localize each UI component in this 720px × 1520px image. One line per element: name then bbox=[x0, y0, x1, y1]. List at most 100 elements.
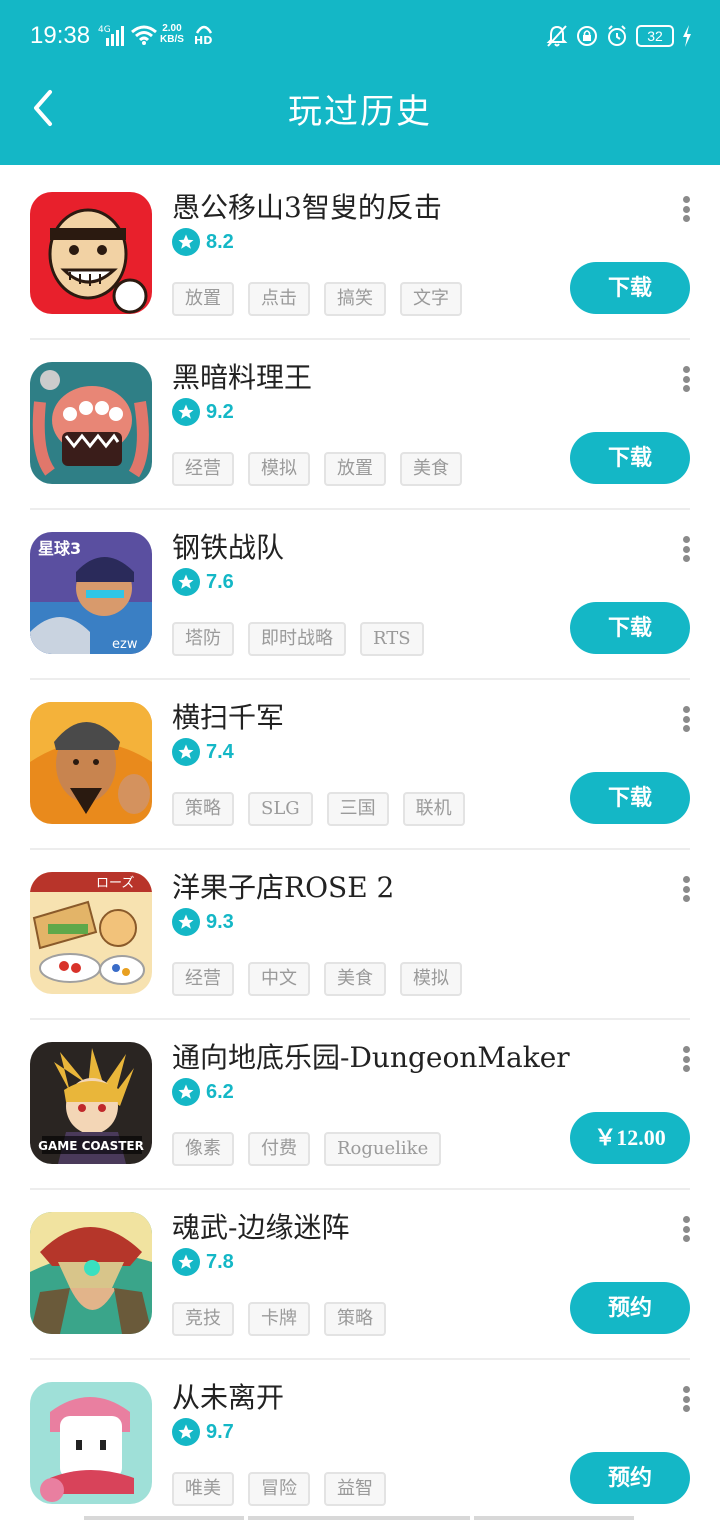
game-name[interactable]: 从未离开 bbox=[172, 1376, 284, 1416]
tag[interactable]: 益智 bbox=[324, 1472, 386, 1506]
game-list-item[interactable]: 黑暗料理王 9.2 经营 模拟 放置 美食 下载 bbox=[30, 340, 690, 510]
rating-score: 7.6 bbox=[206, 570, 234, 593]
speed-unit: KB/S bbox=[160, 34, 184, 45]
download-button[interactable]: 下载 bbox=[570, 602, 690, 654]
tag[interactable]: 联机 bbox=[402, 792, 465, 826]
tag[interactable]: 付费 bbox=[248, 1132, 310, 1166]
game-rating: 6.2 bbox=[172, 1078, 234, 1106]
tag-list: 塔防 即时战略 RTS bbox=[172, 622, 424, 656]
game-name[interactable]: 钢铁战队 bbox=[172, 526, 284, 566]
more-options-icon[interactable] bbox=[682, 1216, 690, 1242]
game-name[interactable]: 洋果子店ROSE 2 bbox=[172, 866, 394, 906]
tag-list: 竞技 卡牌 策略 bbox=[172, 1302, 386, 1336]
tag[interactable]: 经营 bbox=[172, 452, 234, 486]
game-rating: 7.4 bbox=[172, 738, 234, 766]
game-name[interactable]: 横扫千军 bbox=[172, 696, 284, 736]
tag[interactable]: 模拟 bbox=[248, 452, 310, 486]
tag[interactable]: 放置 bbox=[172, 282, 234, 316]
game-name[interactable]: 愚公移山3智叟的反击 bbox=[172, 186, 442, 226]
more-options-icon[interactable] bbox=[682, 536, 690, 562]
game-list-item[interactable]: 愚公移山3智叟的反击 8.2 放置 点击 搞笑 文字 下载 bbox=[30, 170, 690, 340]
more-options-icon[interactable] bbox=[682, 366, 690, 392]
tag[interactable]: 像素 bbox=[172, 1132, 234, 1166]
tag[interactable]: 美食 bbox=[400, 452, 462, 486]
status-bar: 19:38 4G 2.00 KB/S HD 32 bbox=[0, 0, 720, 72]
game-icon-never-leave[interactable] bbox=[30, 1382, 152, 1504]
tag[interactable]: 美食 bbox=[324, 962, 386, 996]
game-name[interactable]: 黑暗料理王 bbox=[172, 356, 312, 396]
tag[interactable]: RTS bbox=[360, 622, 424, 656]
lock-icon bbox=[577, 26, 597, 46]
game-list-item[interactable]: 横扫千军 7.4 策略 SLG 三国 联机 下载 bbox=[30, 680, 690, 850]
tag[interactable]: 模拟 bbox=[400, 962, 462, 996]
star-icon bbox=[172, 568, 200, 596]
tag-list: 经营 中文 美食 模拟 bbox=[172, 962, 462, 996]
hd-icon: HD bbox=[194, 24, 218, 48]
game-rating: 8.2 bbox=[172, 228, 234, 256]
status-right-icons: 32 bbox=[546, 22, 692, 50]
buy-button[interactable]: ￥12.00 bbox=[570, 1112, 690, 1164]
more-options-icon[interactable] bbox=[682, 876, 690, 902]
download-button[interactable]: 下载 bbox=[570, 262, 690, 314]
tag[interactable]: 策略 bbox=[324, 1302, 386, 1336]
tag[interactable]: 点击 bbox=[248, 282, 310, 316]
game-icon-yugong[interactable] bbox=[30, 192, 152, 314]
game-rating: 9.3 bbox=[172, 908, 234, 936]
tag[interactable]: 放置 bbox=[324, 452, 386, 486]
game-list-item[interactable]: GAME COASTER 通向地底乐园-DungeonMaker 6.2 像素 … bbox=[30, 1020, 690, 1190]
download-button[interactable]: 下载 bbox=[570, 432, 690, 484]
reserve-button[interactable]: 预约 bbox=[570, 1452, 690, 1504]
tag[interactable]: 策略 bbox=[172, 792, 234, 826]
tag[interactable]: 中文 bbox=[248, 962, 310, 996]
game-icon-steel-squad[interactable]: 星球3 ezw bbox=[30, 532, 152, 654]
game-icon-dungeon-maker[interactable]: GAME COASTER bbox=[30, 1042, 152, 1164]
tag[interactable]: SLG bbox=[248, 792, 313, 826]
star-icon bbox=[172, 228, 200, 256]
game-icon-hengsao[interactable] bbox=[30, 702, 152, 824]
tag[interactable]: 竞技 bbox=[172, 1302, 234, 1336]
rating-score: 9.3 bbox=[206, 910, 234, 933]
star-icon bbox=[172, 908, 200, 936]
game-list-item[interactable]: ローズ 洋果子店ROSE 2 9.3 经营 中文 美食 模拟 bbox=[30, 850, 690, 1020]
tag-list: 唯美 冒险 益智 bbox=[172, 1472, 386, 1506]
game-list-item[interactable]: 星球3 ezw 钢铁战队 7.6 塔防 即时战略 RTS 下载 bbox=[30, 510, 690, 680]
tag[interactable]: 三国 bbox=[326, 792, 389, 826]
speed-value: 2.00 bbox=[162, 23, 182, 34]
star-icon bbox=[172, 1078, 200, 1106]
tag-list: 经营 模拟 放置 美食 bbox=[172, 452, 462, 486]
tag[interactable]: 卡牌 bbox=[248, 1302, 310, 1336]
more-options-icon[interactable] bbox=[682, 196, 690, 222]
tag[interactable]: 塔防 bbox=[172, 622, 234, 656]
signal-icon bbox=[106, 26, 124, 46]
tag[interactable]: 即时战略 bbox=[248, 622, 346, 656]
tag[interactable]: Roguelike bbox=[324, 1132, 442, 1166]
game-name[interactable]: 通向地底乐园-DungeonMaker bbox=[172, 1036, 570, 1076]
icon-corner-label: ezw bbox=[112, 637, 138, 652]
app-header: 19:38 4G 2.00 KB/S HD 32 玩过历史 bbox=[0, 0, 720, 165]
more-options-icon[interactable] bbox=[682, 706, 690, 732]
game-icon-hunwu[interactable] bbox=[30, 1212, 152, 1334]
icon-label: 星球3 bbox=[38, 539, 81, 558]
download-button[interactable]: 下载 bbox=[570, 772, 690, 824]
tag-list: 放置 点击 搞笑 文字 bbox=[172, 282, 462, 316]
rating-score: 9.2 bbox=[206, 400, 234, 423]
reserve-button[interactable]: 预约 bbox=[570, 1282, 690, 1334]
star-icon bbox=[172, 398, 200, 426]
tag[interactable]: 唯美 bbox=[172, 1472, 234, 1506]
game-history-list: 愚公移山3智叟的反击 8.2 放置 点击 搞笑 文字 下载 黑暗料理王 9.2 … bbox=[0, 170, 720, 1520]
tag-list: 策略 SLG 三国 联机 bbox=[172, 792, 465, 826]
tag[interactable]: 冒险 bbox=[248, 1472, 310, 1506]
tag[interactable]: 经营 bbox=[172, 962, 234, 996]
game-list-item[interactable]: 从未离开 9.7 唯美 冒险 益智 预约 bbox=[30, 1360, 690, 1520]
more-options-icon[interactable] bbox=[682, 1386, 690, 1412]
charging-icon bbox=[683, 25, 691, 47]
game-icon-rose2[interactable]: ローズ bbox=[30, 872, 152, 994]
game-name[interactable]: 魂武-边缘迷阵 bbox=[172, 1206, 349, 1246]
tag[interactable]: 搞笑 bbox=[324, 282, 386, 316]
game-rating: 9.7 bbox=[172, 1418, 234, 1446]
game-list-item[interactable]: 魂武-边缘迷阵 7.8 竞技 卡牌 策略 预约 bbox=[30, 1190, 690, 1360]
game-rating: 7.8 bbox=[172, 1248, 234, 1276]
more-options-icon[interactable] bbox=[682, 1046, 690, 1072]
tag[interactable]: 文字 bbox=[400, 282, 462, 316]
game-icon-dark-cuisine[interactable] bbox=[30, 362, 152, 484]
